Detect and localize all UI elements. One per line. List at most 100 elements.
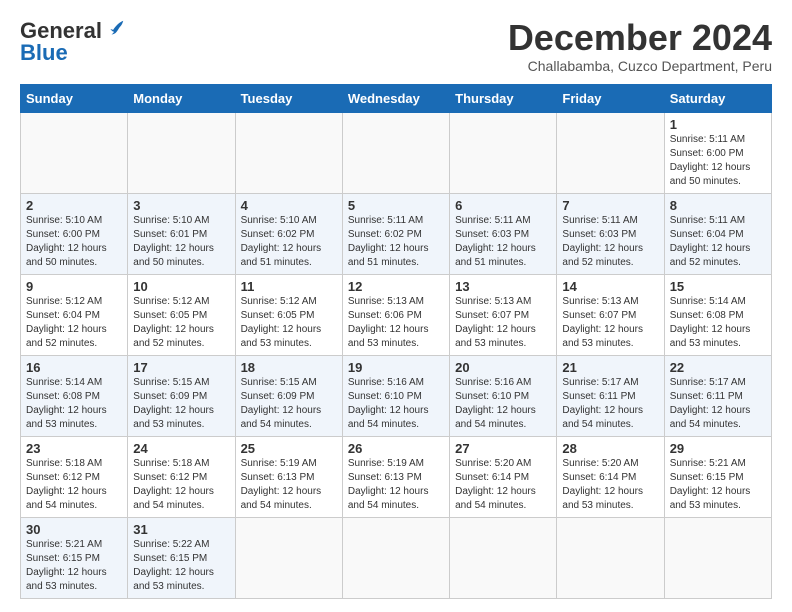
day-number: 21 <box>562 360 658 375</box>
logo: General Blue <box>20 18 126 66</box>
calendar-cell: 11Sunrise: 5:12 AMSunset: 6:05 PMDayligh… <box>235 274 342 355</box>
day-info: Sunrise: 5:20 AMSunset: 6:14 PMDaylight:… <box>455 457 551 513</box>
day-info: Sunrise: 5:19 AMSunset: 6:13 PMDaylight:… <box>348 457 444 513</box>
day-info: Sunrise: 5:14 AMSunset: 6:08 PMDaylight:… <box>670 295 766 351</box>
calendar-cell: 23Sunrise: 5:18 AMSunset: 6:12 PMDayligh… <box>21 436 128 517</box>
day-number: 13 <box>455 279 551 294</box>
calendar-cell: 12Sunrise: 5:13 AMSunset: 6:06 PMDayligh… <box>342 274 449 355</box>
calendar-cell: 15Sunrise: 5:14 AMSunset: 6:08 PMDayligh… <box>664 274 771 355</box>
calendar-cell <box>557 112 664 193</box>
calendar-row-5: 30Sunrise: 5:21 AMSunset: 6:15 PMDayligh… <box>21 517 772 598</box>
calendar-cell: 7Sunrise: 5:11 AMSunset: 6:03 PMDaylight… <box>557 193 664 274</box>
day-number: 30 <box>26 522 122 537</box>
calendar-cell: 3Sunrise: 5:10 AMSunset: 6:01 PMDaylight… <box>128 193 235 274</box>
col-tuesday: Tuesday <box>235 84 342 112</box>
day-info: Sunrise: 5:17 AMSunset: 6:11 PMDaylight:… <box>562 376 658 432</box>
calendar-cell <box>450 517 557 598</box>
calendar-cell <box>342 517 449 598</box>
calendar-cell: 21Sunrise: 5:17 AMSunset: 6:11 PMDayligh… <box>557 355 664 436</box>
day-number: 19 <box>348 360 444 375</box>
day-info: Sunrise: 5:10 AMSunset: 6:02 PMDaylight:… <box>241 214 337 270</box>
calendar-cell: 26Sunrise: 5:19 AMSunset: 6:13 PMDayligh… <box>342 436 449 517</box>
day-number: 26 <box>348 441 444 456</box>
calendar-row-2: 9Sunrise: 5:12 AMSunset: 6:04 PMDaylight… <box>21 274 772 355</box>
day-number: 27 <box>455 441 551 456</box>
calendar-cell <box>557 517 664 598</box>
day-number: 28 <box>562 441 658 456</box>
day-info: Sunrise: 5:15 AMSunset: 6:09 PMDaylight:… <box>241 376 337 432</box>
calendar-cell: 14Sunrise: 5:13 AMSunset: 6:07 PMDayligh… <box>557 274 664 355</box>
calendar-cell: 2Sunrise: 5:10 AMSunset: 6:00 PMDaylight… <box>21 193 128 274</box>
day-number: 9 <box>26 279 122 294</box>
calendar-cell <box>664 517 771 598</box>
calendar-cell <box>235 112 342 193</box>
header-row: Sunday Monday Tuesday Wednesday Thursday… <box>21 84 772 112</box>
calendar-cell: 16Sunrise: 5:14 AMSunset: 6:08 PMDayligh… <box>21 355 128 436</box>
day-info: Sunrise: 5:17 AMSunset: 6:11 PMDaylight:… <box>670 376 766 432</box>
day-number: 25 <box>241 441 337 456</box>
day-number: 31 <box>133 522 229 537</box>
day-info: Sunrise: 5:10 AMSunset: 6:00 PMDaylight:… <box>26 214 122 270</box>
day-info: Sunrise: 5:15 AMSunset: 6:09 PMDaylight:… <box>133 376 229 432</box>
day-number: 16 <box>26 360 122 375</box>
calendar-cell: 1Sunrise: 5:11 AMSunset: 6:00 PMDaylight… <box>664 112 771 193</box>
logo-bird-icon <box>104 18 126 40</box>
day-info: Sunrise: 5:11 AMSunset: 6:03 PMDaylight:… <box>562 214 658 270</box>
day-info: Sunrise: 5:12 AMSunset: 6:05 PMDaylight:… <box>241 295 337 351</box>
day-info: Sunrise: 5:11 AMSunset: 6:00 PMDaylight:… <box>670 133 766 189</box>
calendar-cell: 19Sunrise: 5:16 AMSunset: 6:10 PMDayligh… <box>342 355 449 436</box>
calendar-cell: 22Sunrise: 5:17 AMSunset: 6:11 PMDayligh… <box>664 355 771 436</box>
logo-blue: Blue <box>20 40 68 66</box>
day-info: Sunrise: 5:11 AMSunset: 6:03 PMDaylight:… <box>455 214 551 270</box>
calendar-cell: 25Sunrise: 5:19 AMSunset: 6:13 PMDayligh… <box>235 436 342 517</box>
day-info: Sunrise: 5:11 AMSunset: 6:04 PMDaylight:… <box>670 214 766 270</box>
day-number: 22 <box>670 360 766 375</box>
calendar-cell: 29Sunrise: 5:21 AMSunset: 6:15 PMDayligh… <box>664 436 771 517</box>
day-info: Sunrise: 5:11 AMSunset: 6:02 PMDaylight:… <box>348 214 444 270</box>
day-info: Sunrise: 5:10 AMSunset: 6:01 PMDaylight:… <box>133 214 229 270</box>
title-block: December 2024 Challabamba, Cuzco Departm… <box>508 18 772 74</box>
calendar-cell: 18Sunrise: 5:15 AMSunset: 6:09 PMDayligh… <box>235 355 342 436</box>
calendar-cell: 17Sunrise: 5:15 AMSunset: 6:09 PMDayligh… <box>128 355 235 436</box>
day-info: Sunrise: 5:16 AMSunset: 6:10 PMDaylight:… <box>455 376 551 432</box>
month-title: December 2024 <box>508 18 772 58</box>
calendar-row-0: 1Sunrise: 5:11 AMSunset: 6:00 PMDaylight… <box>21 112 772 193</box>
col-monday: Monday <box>128 84 235 112</box>
day-number: 23 <box>26 441 122 456</box>
day-info: Sunrise: 5:12 AMSunset: 6:05 PMDaylight:… <box>133 295 229 351</box>
day-number: 3 <box>133 198 229 213</box>
day-number: 2 <box>26 198 122 213</box>
col-friday: Friday <box>557 84 664 112</box>
col-sunday: Sunday <box>21 84 128 112</box>
day-info: Sunrise: 5:13 AMSunset: 6:06 PMDaylight:… <box>348 295 444 351</box>
day-info: Sunrise: 5:12 AMSunset: 6:04 PMDaylight:… <box>26 295 122 351</box>
day-info: Sunrise: 5:19 AMSunset: 6:13 PMDaylight:… <box>241 457 337 513</box>
calendar-cell: 27Sunrise: 5:20 AMSunset: 6:14 PMDayligh… <box>450 436 557 517</box>
day-info: Sunrise: 5:14 AMSunset: 6:08 PMDaylight:… <box>26 376 122 432</box>
day-number: 18 <box>241 360 337 375</box>
calendar-cell: 13Sunrise: 5:13 AMSunset: 6:07 PMDayligh… <box>450 274 557 355</box>
day-number: 11 <box>241 279 337 294</box>
calendar-cell: 8Sunrise: 5:11 AMSunset: 6:04 PMDaylight… <box>664 193 771 274</box>
calendar-cell: 20Sunrise: 5:16 AMSunset: 6:10 PMDayligh… <box>450 355 557 436</box>
day-number: 10 <box>133 279 229 294</box>
calendar-cell: 30Sunrise: 5:21 AMSunset: 6:15 PMDayligh… <box>21 517 128 598</box>
calendar-cell <box>21 112 128 193</box>
col-thursday: Thursday <box>450 84 557 112</box>
day-info: Sunrise: 5:13 AMSunset: 6:07 PMDaylight:… <box>455 295 551 351</box>
day-number: 17 <box>133 360 229 375</box>
day-number: 4 <box>241 198 337 213</box>
calendar-cell <box>450 112 557 193</box>
day-number: 5 <box>348 198 444 213</box>
calendar-cell: 9Sunrise: 5:12 AMSunset: 6:04 PMDaylight… <box>21 274 128 355</box>
calendar-row-3: 16Sunrise: 5:14 AMSunset: 6:08 PMDayligh… <box>21 355 772 436</box>
day-number: 1 <box>670 117 766 132</box>
day-number: 29 <box>670 441 766 456</box>
day-number: 15 <box>670 279 766 294</box>
calendar-cell <box>342 112 449 193</box>
calendar-cell: 24Sunrise: 5:18 AMSunset: 6:12 PMDayligh… <box>128 436 235 517</box>
day-number: 24 <box>133 441 229 456</box>
calendar-cell: 5Sunrise: 5:11 AMSunset: 6:02 PMDaylight… <box>342 193 449 274</box>
day-number: 20 <box>455 360 551 375</box>
calendar-row-1: 2Sunrise: 5:10 AMSunset: 6:00 PMDaylight… <box>21 193 772 274</box>
